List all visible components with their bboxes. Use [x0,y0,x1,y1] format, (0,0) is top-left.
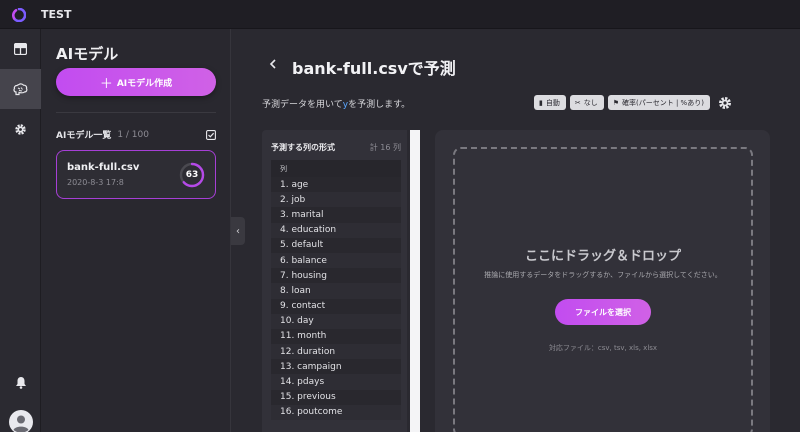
avatar-icon [8,410,33,432]
columns-list: 1. age 2. job 3. marital 4. education 5.… [271,177,401,420]
column-row[interactable]: 12. duration [271,344,401,360]
model-card[interactable]: bank-full.csv 2020-8-3 17:8 63 [56,150,216,199]
flag-icon: ⚑ [612,98,620,107]
checkbox-icon[interactable] [206,129,216,140]
brain-icon [13,82,28,95]
column-row[interactable]: 8. loan [271,283,401,299]
plus-icon: ＋ [99,76,113,92]
model-list-header: AIモデル一覧 1 / 100 [56,128,216,141]
sidebar-title: AIモデル [56,45,119,63]
top-bar: TEST [0,0,800,29]
none-chip[interactable]: ✂ なし [569,95,604,110]
description-suffix: を予測します。 [348,100,411,110]
column-row[interactable]: 7. housing [271,268,401,284]
column-row[interactable]: 6. balance [271,252,401,269]
drop-zone-subtitle: 推論に使用するデータをドラッグするか、ファイルから選択してください。 [484,271,722,279]
columns-count: 計 16 列 [369,143,401,152]
model-sidebar: AIモデル ＋ AIモデル作成 AIモデル一覧 1 / 100 bank-ful… [41,29,231,432]
model-list-count: 1 / 100 [117,129,149,140]
column-row[interactable]: 11. month [271,328,401,345]
ai-model-nav-button[interactable] [0,69,41,109]
icon-rail [0,29,41,432]
supported-formats: 対応ファイル：csv, tsv, xls, xlsx [548,344,658,352]
description-prefix: 予測データを用いて [262,100,343,110]
columns-panel: 予測する列の形式 計 16 列 列 1. age 2. job 3. marit… [262,130,407,432]
column-row[interactable]: 1. age [271,177,401,193]
columns-header: 予測する列の形式 計 16 列 [271,142,401,153]
probability-chip-label: 確率(パーセント | %あり) [622,98,704,107]
document-icon: ▮ [539,98,543,107]
column-row[interactable]: 3. marital [271,207,401,223]
model-name: bank-full.csv [67,162,140,173]
file-drop-zone[interactable]: ここにドラッグ＆ドロップ 推論に使用するデータをドラッグするか、ファイルから選択… [453,147,753,432]
chevron-left-icon [269,59,276,69]
columns-title: 予測する列の形式 [271,143,335,152]
bell-icon [15,376,26,389]
dashboard-nav-button[interactable] [0,29,41,69]
auto-chip[interactable]: ▮ 自動 [534,95,566,110]
gear-icon[interactable] [718,96,732,110]
user-avatar-button[interactable] [0,402,41,432]
columns-table: 列 1. age 2. job 3. marital 4. education … [271,160,401,420]
model-date: 2020-8-3 17:8 [67,178,124,187]
column-row[interactable]: 13. campaign [271,359,401,375]
probability-chip[interactable]: ⚑ 確率(パーセント | %あり) [607,95,710,110]
back-button[interactable] [267,57,279,71]
app-title: TEST [41,7,72,21]
columns-table-header: 列 [271,160,401,177]
column-row[interactable]: 9. contact [271,298,401,314]
drop-zone-title: ここにドラッグ＆ドロップ [524,249,681,264]
column-row[interactable]: 14. pdays [271,374,401,390]
model-list-label: AIモデル一覧 [56,131,112,141]
column-row[interactable]: 15. previous [271,389,401,405]
create-ai-model-label: AIモデル作成 [116,78,173,89]
page-title: bank-full.csvで予測 [292,59,456,78]
option-chips: ▮ 自動 ✂ なし ⚑ 確率(パーセント | %あり) [534,95,732,110]
grid-icon [14,43,27,55]
main-content: bank-full.csvで予測 予測データを用いてyを予測します。 ▮ 自動 … [232,29,800,432]
column-row[interactable]: 5. default [271,237,401,253]
app-logo-icon [12,7,27,23]
gear-icon [15,123,26,135]
column-row[interactable]: 16. poutcome [271,404,401,420]
settings-nav-button[interactable] [0,109,41,149]
panel-divider [410,130,420,432]
select-file-button[interactable]: ファイルを選択 [555,299,651,325]
create-ai-model-button[interactable]: ＋ AIモデル作成 [56,68,216,96]
notifications-button[interactable] [0,362,41,402]
column-row[interactable]: 4. education [271,222,401,238]
model-score: 63 [185,170,199,180]
column-row[interactable]: 10. day [271,313,401,329]
none-chip-label: なし [583,98,598,107]
prediction-description: 予測データを用いてyを予測します。 [262,97,410,110]
auto-chip-label: 自動 [545,98,560,107]
scissors-icon: ✂ [574,98,581,107]
column-row[interactable]: 2. job [271,192,401,208]
sidebar-divider [56,112,216,113]
upload-panel: ここにドラッグ＆ドロップ 推論に使用するデータをドラッグするか、ファイルから選択… [435,130,770,432]
